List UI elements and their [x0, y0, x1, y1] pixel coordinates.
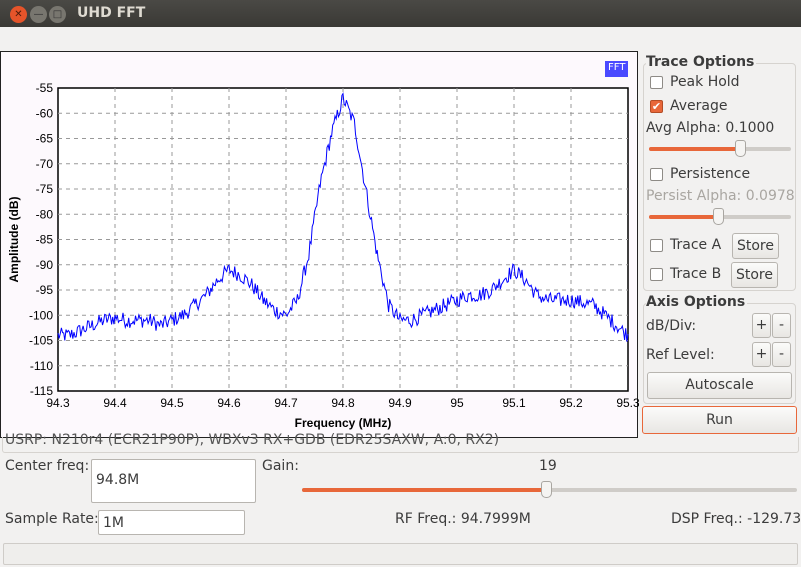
center-freq-label: Center freq: — [5, 458, 90, 474]
peak-hold-checkbox[interactable] — [650, 76, 663, 89]
x-tick-label: 94.3 — [46, 396, 70, 410]
persist-alpha-label: Persist Alpha: 0.0978 — [646, 188, 795, 204]
y-tick-label: -85 — [36, 233, 54, 247]
gain-value: 19 — [539, 458, 557, 474]
db-div-plus-button[interactable]: + — [752, 313, 771, 338]
fft-legend-badge: FFT — [605, 61, 628, 77]
persistence-checkbox[interactable] — [650, 168, 663, 181]
avg-alpha-slider[interactable] — [649, 147, 791, 151]
trace-b-store-button[interactable]: Store — [731, 262, 778, 288]
trace-options-title: Trace Options — [646, 54, 757, 70]
x-axis-label: Frequency (MHz) — [295, 416, 392, 430]
sample-rate-label: Sample Rate: — [5, 511, 99, 527]
trace-a-store-button[interactable]: Store — [732, 233, 779, 259]
x-tick-label: 94.5 — [160, 396, 184, 410]
trace-b-checkbox[interactable] — [650, 268, 663, 281]
axis-options-title: Axis Options — [646, 294, 748, 310]
dsp-freq-readout: DSP Freq.: -129.733 — [671, 511, 801, 527]
autoscale-button[interactable]: Autoscale — [647, 372, 792, 399]
y-tick-label: -80 — [36, 207, 54, 221]
close-button[interactable]: ✕ — [10, 6, 27, 23]
y-tick-label: -55 — [36, 81, 54, 95]
sample-rate-input[interactable]: 1M — [98, 510, 245, 535]
device-info: USRP: N210r4 (ECR21P90P), WBXv3 RX+GDB (… — [5, 432, 500, 448]
maximize-button[interactable]: □ — [49, 6, 66, 23]
x-tick-label: 94.6 — [217, 396, 241, 410]
x-tick-label: 95.1 — [502, 396, 526, 410]
average-checkbox[interactable]: ✔ — [650, 100, 663, 113]
x-tick-label: 94.9 — [388, 396, 412, 410]
gain-slider-thumb[interactable] — [541, 481, 552, 498]
y-tick-label: -105 — [29, 334, 53, 348]
trace-a-checkbox[interactable] — [650, 239, 663, 252]
rf-freq-readout: RF Freq.: 94.7999M — [395, 511, 531, 527]
x-tick-label: 95.2 — [559, 396, 583, 410]
peak-hold-label: Peak Hold — [670, 74, 740, 90]
y-tick-label: -100 — [29, 308, 53, 322]
run-button[interactable]: Run — [642, 406, 797, 434]
y-tick-label: -70 — [36, 157, 54, 171]
minimize-button[interactable]: — — [30, 6, 47, 23]
center-freq-input[interactable]: 94.8M — [91, 459, 256, 503]
fft-plot-svg: 94.3 94.4 94.5 94.6 94.7 94.8 94.9 95 95.1 95.2 95… — [7, 81, 639, 430]
gain-label: Gain: — [262, 458, 299, 474]
status-bar — [3, 543, 798, 565]
y-tick-label: -95 — [36, 283, 54, 297]
y-tick-label: -75 — [36, 182, 54, 196]
y-tick-label: -110 — [30, 359, 53, 373]
ref-level-minus-button[interactable]: - — [772, 342, 791, 367]
persistence-label: Persistence — [670, 166, 751, 182]
avg-alpha-slider-thumb[interactable] — [735, 140, 746, 157]
db-div-minus-button[interactable]: - — [772, 313, 791, 338]
fft-plot[interactable]: 94.3 94.4 94.5 94.6 94.7 94.8 94.9 95 95.1 95.2 95… — [0, 51, 639, 438]
persist-alpha-slider-thumb[interactable] — [713, 208, 724, 225]
title-bar: ✕ — □ UHD FFT — [0, 0, 801, 27]
y-axis-label: Amplitude (dB) — [7, 197, 21, 283]
ref-level-plus-button[interactable]: + — [752, 342, 771, 367]
trace-a-label: Trace A — [670, 237, 722, 253]
window-title: UHD FFT — [77, 5, 146, 21]
y-tick-label: -90 — [36, 258, 54, 272]
y-tick-label: -115 — [30, 384, 53, 398]
x-tick-label: 94.4 — [103, 396, 127, 410]
db-div-label: dB/Div: — [646, 318, 697, 334]
x-tick-label: 95.3 — [616, 396, 639, 410]
y-tick-label: -65 — [36, 132, 54, 146]
x-tick-label: 94.8 — [331, 396, 355, 410]
x-tick-label: 94.7 — [274, 396, 298, 410]
trace-b-label: Trace B — [670, 266, 722, 282]
y-tick-label: -60 — [36, 106, 54, 120]
x-tick-label: 95 — [450, 396, 464, 410]
average-label: Average — [670, 98, 728, 114]
ref-level-label: Ref Level: — [646, 347, 715, 363]
avg-alpha-label: Avg Alpha: 0.1000 — [646, 120, 775, 136]
